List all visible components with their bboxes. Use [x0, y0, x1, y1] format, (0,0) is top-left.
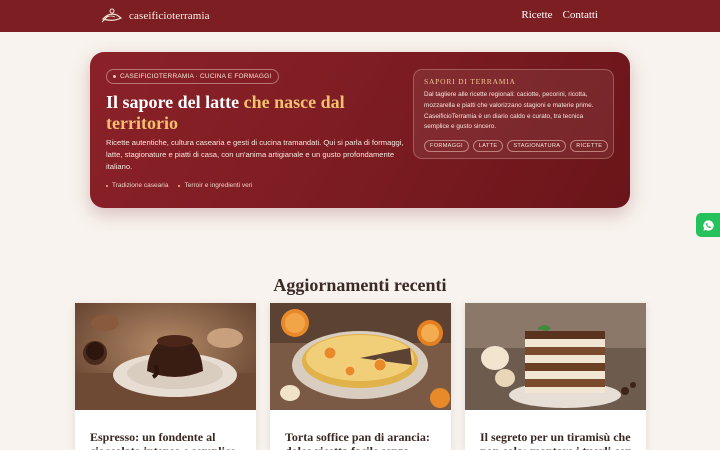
article-title[interactable]: Espresso: un fondente al cioccolato inte…: [90, 430, 250, 450]
chip-formaggi[interactable]: FORMAGGI: [424, 140, 469, 152]
tiramisu-image: [465, 303, 646, 410]
sapori-card-text: Dal tagliere alle ricette regionali: cac…: [424, 91, 594, 131]
article-title[interactable]: Il segreto per un tiramisù che non cola:…: [480, 430, 640, 450]
hero-description: Ricette autentiche, cultura casearia e g…: [106, 138, 404, 171]
article-card[interactable]: Espresso: un fondente al cioccolato inte…: [75, 303, 256, 450]
top-navbar: caseificioterramia Ricette Contatti: [0, 0, 720, 32]
chocolate-fondant-image: [75, 303, 256, 410]
chip-stagionatura[interactable]: STAGIONATURA: [507, 140, 567, 152]
category-chips: FORMAGGI LATTE STAGIONATURA RICETTE: [424, 140, 609, 152]
hero-banner: CASEIFICIOTERRAMIA · CUCINA E FORMAGGI I…: [90, 52, 630, 208]
badge-text: CASEIFICIOTERRAMIA · CUCINA E FORMAGGI: [120, 73, 272, 80]
site-logo[interactable]: caseificioterramia: [100, 6, 210, 26]
hero-tags: Tradizione casearia Terroir e ingredient…: [106, 182, 252, 189]
hero-badge: CASEIFICIOTERRAMIA · CUCINA E FORMAGGI: [106, 69, 280, 84]
whatsapp-button[interactable]: [696, 213, 720, 237]
article-card[interactable]: Torta soffice pan di arancia: dolce rice…: [270, 303, 451, 450]
hero-tag-label: Terroir e ingredienti veri: [184, 182, 253, 189]
nav-link-contatti[interactable]: Contatti: [563, 9, 598, 21]
hero-tag: Tradizione casearia: [106, 182, 168, 189]
chip-ricette[interactable]: RICETTE: [570, 140, 609, 152]
hero-title: Il sapore del latte che nasce dal territ…: [106, 92, 406, 134]
chip-latte[interactable]: LATTE: [472, 140, 504, 152]
hero-title-main: Il sapore del latte: [106, 92, 244, 112]
whatsapp-icon: [702, 219, 714, 231]
cheese-knife-icon: [101, 8, 123, 23]
tag-dot: [178, 184, 181, 187]
hero-tag-label: Tradizione casearia: [112, 182, 169, 189]
article-card[interactable]: Il segreto per un tiramisù che non cola:…: [465, 303, 646, 450]
logo-text: caseificioterramia: [129, 10, 210, 22]
badge-dot: [113, 75, 116, 78]
nav-link-ricette[interactable]: Ricette: [521, 9, 552, 21]
tag-dot: [106, 184, 108, 187]
sapori-card: SAPORI DI TERRAMIA Dal tagliere alle ric…: [413, 69, 614, 159]
hero-tag: Terroir e ingredienti veri: [178, 182, 252, 189]
section-title-recent: Aggiornamenti recenti: [273, 275, 447, 295]
orange-cake-image: [270, 303, 451, 410]
article-title[interactable]: Torta soffice pan di arancia: dolce rice…: [285, 430, 445, 450]
sapori-card-title: SAPORI DI TERRAMIA: [424, 77, 516, 86]
main-nav: Ricette Contatti: [521, 9, 598, 21]
